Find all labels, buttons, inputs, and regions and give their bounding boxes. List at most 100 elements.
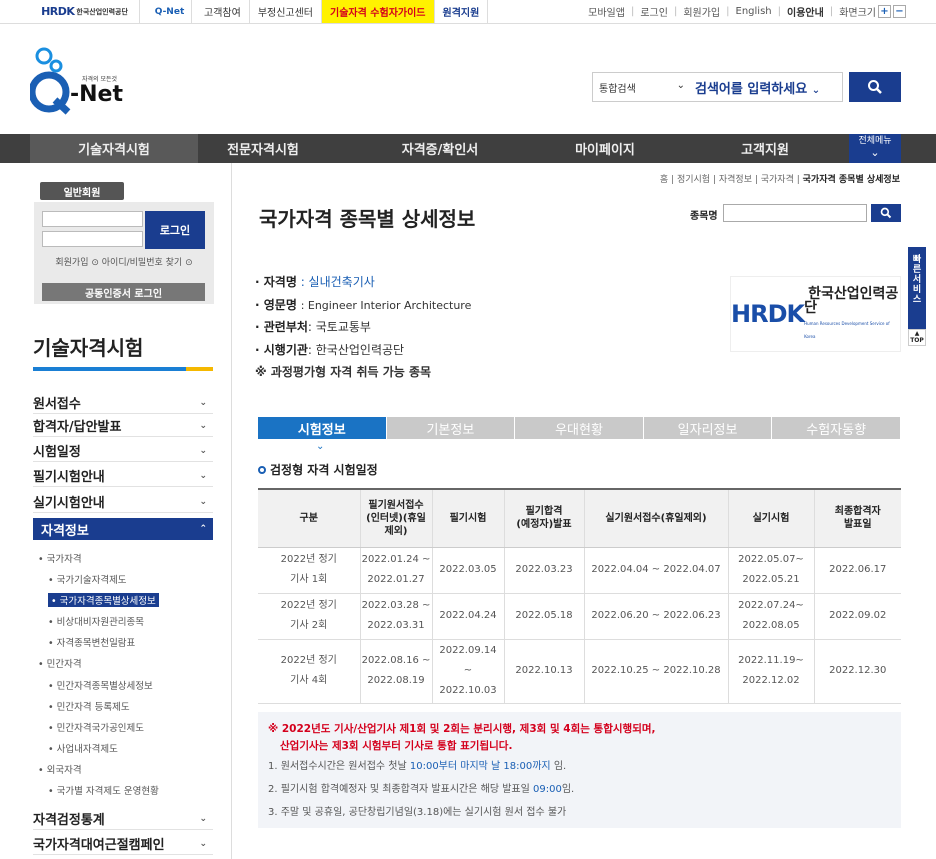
sidebar-item-results[interactable]: 합격자/답안발표 ⌄ xyxy=(33,415,213,437)
login-link[interactable]: 로그인 xyxy=(640,4,668,19)
breadcrumb-item[interactable]: 정기시험 xyxy=(677,175,710,185)
logo-text: -Net xyxy=(70,82,123,107)
notice-item: 1. 원서접수시간은 원서접수 첫날 10:00부터 마지막 날 18:00까지… xyxy=(268,761,567,772)
all-menu-button[interactable]: 전체메뉴 ⌄ xyxy=(849,134,901,163)
find-account-link[interactable]: 아이디/비밀번호 찾기 ⊙ xyxy=(102,258,193,268)
member-tag: 일반회원 xyxy=(40,182,124,200)
chevron-down-icon: ⌄ xyxy=(199,838,207,849)
circle-bullet-icon xyxy=(258,466,266,474)
chevron-down-icon: ⌄ xyxy=(199,420,207,431)
sub-national-item[interactable]: • 국가기술자격제도 xyxy=(48,572,127,586)
tab-jobs[interactable]: 일자리정보 xyxy=(643,417,773,439)
top-utility-bar: HRDK 한국산업인력공단 Q-Net 고객참여 부정신고센터 기술자격 수험자가… xyxy=(0,0,936,24)
login-box: 로그인 회원가입 ⊙ 아이디/비밀번호 찾기 ⊙ 공동인증서 로그인 xyxy=(34,202,214,304)
search-input[interactable]: 검색어를 입력하세요 ⌄ xyxy=(691,78,842,97)
table-cell: 2022.06.20 ~ 2022.06.23 xyxy=(583,593,728,640)
item-search-input[interactable] xyxy=(723,204,867,222)
sidebar-item-practical[interactable]: 실기시험안내 ⌄ xyxy=(33,491,213,513)
table-cell: 2022년 정기 기사 4회 xyxy=(258,639,360,704)
gnb-item-tech-exam[interactable]: 기술자격시험 xyxy=(30,134,198,163)
col-header: 필기원서접수 (인터넷)(휴일 제외) xyxy=(359,488,432,548)
sub-private-item[interactable]: • 민간자격 등록제도 xyxy=(48,699,130,713)
sub-private[interactable]: • 민간자격 xyxy=(38,656,82,670)
top-link-guide[interactable]: 기술자격 수험자가이드 xyxy=(322,0,435,23)
table-cell: 2022.06.17 xyxy=(813,547,901,594)
chevron-down-icon: ⌄ xyxy=(199,496,207,507)
cert-login-button[interactable]: 공동인증서 로그인 xyxy=(42,283,205,301)
english-link[interactable]: English xyxy=(736,6,772,17)
sidebar-item-qualification[interactable]: 자격정보 ⌃ xyxy=(33,518,213,540)
sub-national-item[interactable]: • 자격종목변천일람표 xyxy=(48,635,135,649)
top-right-links: 모바일앱 | 로그인 | 회원가입 | English | 이용안내 | 화면크기 + − xyxy=(588,0,906,23)
sidebar-item-written[interactable]: 필기시험안내 ⌄ xyxy=(33,465,213,487)
sidebar-item-apply[interactable]: 원서접수 ⌄ xyxy=(33,392,213,414)
table-row: 2022년 정기 기사 2회 2022.03.28 ~ 2022.03.31 2… xyxy=(258,593,901,640)
top-link-report[interactable]: 부정신고센터 xyxy=(250,0,323,23)
zoom-out-button[interactable]: − xyxy=(893,5,906,18)
password-input[interactable] xyxy=(42,231,143,247)
top-link-customer[interactable]: 고객참여 xyxy=(196,0,250,23)
gnb-item-support[interactable]: 고객지원 xyxy=(690,134,840,163)
breadcrumb-item[interactable]: 국가자격 xyxy=(761,175,794,185)
breadcrumb-current: 국가자격 종목별 상세정보 xyxy=(802,175,900,185)
sidebar-title: 기술자격시험 xyxy=(33,336,144,360)
sub-national-item-active[interactable]: • 국가자격종목별상세정보 xyxy=(48,593,159,607)
table-cell: 2022.05.07~ 2022.05.21 xyxy=(727,547,814,594)
info-english: · 영문명 : Engineer Interior Architecture xyxy=(255,298,472,312)
table-row: 2022년 정기 기사 1회 2022.01.24 ~ 2022.01.27 2… xyxy=(258,547,901,594)
sidebar-item-campaign[interactable]: 국가자격대여근절캠페인 ⌄ xyxy=(33,833,213,855)
gnb-item-mypage[interactable]: 마이페이지 xyxy=(530,134,680,163)
sub-private-item[interactable]: • 사업내자격제도 xyxy=(48,741,118,755)
tab-benefits[interactable]: 우대현황 xyxy=(515,417,644,439)
table-row: 2022년 정기 기사 4회 2022.08.16 ~ 2022.08.19 2… xyxy=(258,639,901,704)
hrdk-top-logo[interactable]: HRDK 한국산업인력공단 xyxy=(30,0,140,23)
detail-tabs: 시험정보 기본정보 우대현황 일자리정보 수험자동향 xyxy=(258,417,901,439)
join-link[interactable]: 회원가입 xyxy=(683,4,720,19)
mobile-app-link[interactable]: 모바일앱 xyxy=(588,4,625,19)
breadcrumb-item[interactable]: 자격정보 xyxy=(719,175,752,185)
item-search-button[interactable] xyxy=(871,204,901,222)
sub-national[interactable]: • 국가자격 xyxy=(38,551,82,565)
sub-national-item[interactable]: • 비상대비자원관리종목 xyxy=(48,614,144,628)
table-cell: 2022.03.28 ~ 2022.03.31 xyxy=(359,593,432,640)
guide-link[interactable]: 이용안내 xyxy=(787,4,824,19)
join-link-sidebar[interactable]: 회원가입 ⊙ xyxy=(55,258,99,268)
zoom-in-button[interactable]: + xyxy=(878,5,891,18)
chevron-down-icon: ⌄ xyxy=(199,445,207,456)
chevron-down-icon: ⌄ xyxy=(199,813,207,824)
chevron-down-icon: ⌄ xyxy=(676,79,685,91)
table-cell: 2022년 정기 기사 1회 xyxy=(258,547,360,594)
qnet-top-logo[interactable]: Q-Net xyxy=(148,0,192,23)
notice-red-line: 산업기사는 제3회 시험부터 기사로 통합 표기됩니다. xyxy=(280,740,513,752)
search-icon xyxy=(868,80,882,94)
table-cell: 2022.11.19~ 2022.12.02 xyxy=(727,639,814,704)
chevron-right-icon: ⊙ xyxy=(185,258,193,268)
sub-foreign-item[interactable]: • 국가별 자격제도 운영현황 xyxy=(48,783,159,797)
col-header: 최종합격자 발표일 xyxy=(813,488,901,548)
tab-exam-info[interactable]: 시험정보 xyxy=(258,417,387,439)
chevron-down-icon: ⌄ xyxy=(870,146,880,159)
top-link-remote[interactable]: 원격지원 xyxy=(435,0,489,23)
sub-private-item[interactable]: • 민간자격종목별상세정보 xyxy=(48,678,153,692)
gnb-item-pro-exam[interactable]: 전문자격시험 xyxy=(198,134,328,163)
info-org: · 시행기관: 한국산업인력공단 xyxy=(255,343,405,357)
tab-basic-info[interactable]: 기본정보 xyxy=(386,417,516,439)
tab-trends[interactable]: 수험자동향 xyxy=(772,417,901,439)
gnb-item-certificate[interactable]: 자격증/확인서 xyxy=(360,134,520,163)
sub-private-item[interactable]: • 민간자격국가공인제도 xyxy=(48,720,144,734)
id-input[interactable] xyxy=(42,211,143,227)
search-icon xyxy=(880,207,892,219)
info-name: · 자격명 : 실내건축기사 xyxy=(255,275,375,289)
col-header: 실기시험 xyxy=(727,488,814,548)
breadcrumb-item[interactable]: 홈 xyxy=(660,175,668,185)
search-bar: 통합검색 ⌄ 검색어를 입력하세요 ⌄ xyxy=(592,72,843,102)
sub-foreign[interactable]: • 외국자격 xyxy=(38,762,82,776)
login-button[interactable]: 로그인 xyxy=(145,211,205,249)
search-button[interactable] xyxy=(849,72,901,102)
search-category-select[interactable]: 통합검색 ⌄ xyxy=(593,80,691,95)
info-dept: · 관련부처: 국토교통부 xyxy=(255,320,371,334)
top-button[interactable]: ▲ TOP xyxy=(908,329,926,346)
sidebar-item-schedule[interactable]: 시험일정 ⌄ xyxy=(33,440,213,462)
qnet-logo[interactable]: 자격의 모든것 -Net xyxy=(28,44,140,116)
sidebar-item-stats[interactable]: 자격검정통계 ⌄ xyxy=(33,808,213,830)
